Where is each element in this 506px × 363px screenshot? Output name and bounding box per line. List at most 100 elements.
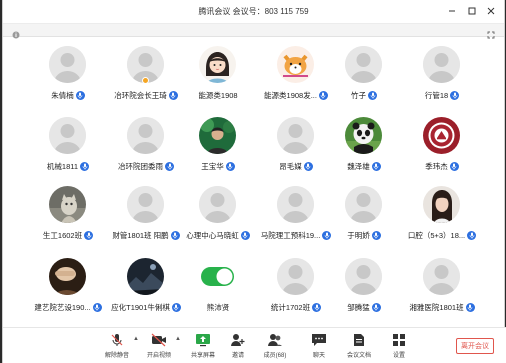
meeting-docs-label: 会议文档 [346, 353, 371, 359]
participant-tile[interactable]: 湘雅医院1801班 [403, 258, 481, 318]
title-bar: 腾讯会议 会议号：803 115 759 [3, 0, 504, 24]
share-screen-label: 共享屏幕 [190, 353, 215, 359]
chat-icon [301, 332, 337, 348]
chat-button[interactable]: 聊天 [301, 332, 337, 360]
microphone-icon [371, 302, 381, 312]
close-icon[interactable] [483, 3, 499, 19]
participant-name: 王宝华 [201, 161, 224, 171]
participant-tile[interactable]: 能源类1908发... [257, 46, 335, 106]
participant-name-bar: 冶环院会长王琦 [107, 89, 185, 101]
participant-tile[interactable]: 生工1602班 [29, 186, 107, 246]
participant-tile[interactable]: 邹腾猛 [325, 258, 403, 318]
microphone-icon [165, 161, 174, 171]
participant-name: 冶环院会长王琦 [114, 90, 167, 100]
mic-off-icon [99, 332, 135, 348]
members-label: 成员(68) [263, 353, 287, 359]
participant-name-bar: 财管1801班 阳鹏 [107, 229, 185, 241]
participant-name-bar: 季玮杰 [403, 160, 481, 172]
participant-name-bar: 行管18 [403, 89, 481, 101]
participant-name-bar: 熊沛贤 [179, 301, 257, 313]
maximize-icon[interactable] [464, 3, 480, 19]
participant-name-bar: 冶环院团委雨 [107, 160, 185, 172]
camera-off-icon [141, 332, 177, 348]
microphone-icon [368, 90, 377, 100]
default-avatar-icon [277, 258, 314, 295]
members-icon [257, 332, 293, 348]
participant-tile[interactable]: 应化T1901牛俐棋 [107, 258, 185, 318]
members-button[interactable]: 成员(68) [257, 332, 293, 360]
badge-logo-avatar [423, 117, 460, 154]
start-video-button[interactable]: 开启视频 [141, 332, 177, 360]
share-screen-icon [185, 332, 221, 348]
audio-options-icon[interactable]: ▲ [133, 336, 139, 342]
participant-tile[interactable]: 统计1702班 [257, 258, 335, 318]
default-avatar-icon [423, 46, 460, 83]
video-options-icon[interactable]: ▲ [175, 336, 181, 342]
share-screen-button[interactable]: 共享屏幕 [185, 332, 221, 360]
participant-tile[interactable]: 熊沛贤 [179, 258, 257, 318]
person-green-avatar [199, 117, 236, 154]
microphone-icon [80, 161, 90, 171]
participant-tile[interactable]: 机械1811 [29, 117, 107, 177]
participant-tile[interactable]: 竹子 [325, 46, 403, 106]
settings-button[interactable]: 设置 [381, 332, 417, 360]
default-avatar-icon [345, 46, 382, 83]
default-avatar-icon [49, 117, 86, 154]
girl-cartoon-avatar [199, 46, 236, 83]
unmute-button[interactable]: 解除静音 [99, 332, 135, 360]
info-bar [3, 24, 504, 39]
participant-tile[interactable]: 能源类1908 [179, 46, 257, 106]
participant-tile[interactable]: 冶环院团委雨 [107, 117, 185, 177]
unmute-label: 解除静音 [104, 353, 129, 359]
apps-grid-icon [381, 332, 417, 348]
participant-name: 机械1811 [46, 161, 79, 171]
participant-tile[interactable]: 马院理工预科19... [257, 186, 335, 246]
host-badge-icon [142, 77, 149, 84]
window-title: 腾讯会议 会议号：803 115 759 [198, 7, 309, 16]
participant-tile[interactable]: 财管1801班 阳鹏 [107, 186, 185, 246]
participant-name-bar: 生工1602班 [29, 229, 107, 241]
participant-name-bar: 心理中心马晓虹 [179, 229, 257, 241]
participant-name: 能源类1908发... [264, 90, 317, 100]
participant-tile[interactable]: 行管18 [403, 46, 481, 106]
participant-name: 能源类1908 [198, 90, 238, 100]
participant-name: 生工1602班 [42, 230, 83, 240]
toggle-switch-icon [199, 258, 236, 295]
participant-name: 应化T1901牛俐棋 [111, 302, 170, 312]
participant-name-bar: 于明娇 [325, 229, 403, 241]
woman-photo-avatar [423, 186, 460, 223]
participant-tile[interactable]: 朱倩楠 [29, 46, 107, 106]
start-video-label: 开启视频 [146, 353, 171, 359]
microphone-icon [75, 90, 85, 100]
hand-photo-avatar [49, 258, 86, 295]
participant-name-bar: 统计1702班 [257, 301, 335, 313]
invite-label: 邀请 [231, 353, 244, 359]
participant-tile[interactable]: 口腔（5+3）18... [403, 186, 481, 246]
participant-name: 昂毛媒 [279, 161, 302, 171]
meeting-docs-button[interactable]: 会议文档 [341, 332, 377, 360]
corgi-cartoon-avatar [277, 46, 314, 83]
participant-name: 朱倩楠 [51, 90, 74, 100]
participant-tile[interactable]: 建艺院艺设190... [29, 258, 107, 318]
participant-name: 于明娇 [347, 230, 370, 240]
leave-meeting-button[interactable]: 离开会议 [456, 338, 494, 354]
participant-tile[interactable]: 魏泽雄 [325, 117, 403, 177]
microphone-icon [449, 161, 459, 171]
minimize-icon[interactable] [444, 3, 460, 19]
participant-tile[interactable]: 昂毛媒 [257, 117, 335, 177]
participant-tile[interactable]: 冶环院会长王琦 [107, 46, 185, 106]
participant-name-bar: 应化T1901牛俐棋 [107, 301, 185, 313]
participant-tile[interactable]: 于明娇 [325, 186, 403, 246]
participant-name: 统计1702班 [270, 302, 311, 312]
participant-name-bar: 机械1811 [29, 160, 107, 172]
participant-name: 熊沛贤 [206, 302, 230, 312]
invite-button[interactable]: 邀请 [220, 332, 256, 360]
participant-tile[interactable]: 王宝华 [179, 117, 257, 177]
participant-name-bar: 朱倩楠 [29, 89, 107, 101]
participant-name-bar: 魏泽雄 [325, 160, 403, 172]
participant-tile[interactable]: 心理中心马晓虹 [179, 186, 257, 246]
document-icon [341, 332, 377, 348]
participant-tile[interactable]: 季玮杰 [403, 117, 481, 177]
participant-name-bar: 邹腾猛 [325, 301, 403, 313]
participant-grid: 朱倩楠 冶环院会长王琦 能源类1908 能源类1908发... 竹子 行管18 机械1811… [3, 38, 506, 312]
